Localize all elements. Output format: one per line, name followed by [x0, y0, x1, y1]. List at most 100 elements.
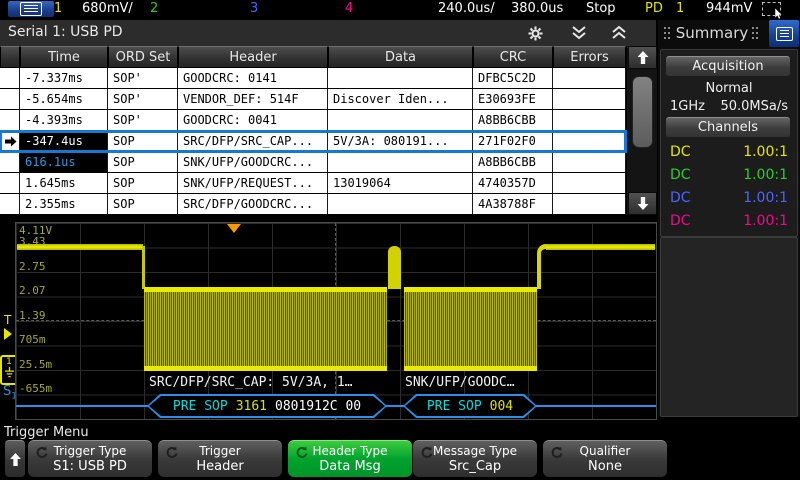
arrow-up-icon	[10, 453, 21, 466]
softkey-trigger-type[interactable]: Trigger Type S1: USB PD	[28, 440, 152, 477]
scrollbar-thumb[interactable]	[632, 76, 653, 148]
cell-data	[328, 110, 473, 130]
trace-interpacket-pulse	[388, 246, 401, 289]
channels-button[interactable]: Channels	[666, 117, 790, 137]
channel1-marker-number: 1	[6, 357, 12, 367]
col-header-marker	[0, 46, 20, 68]
softkey-value: Data Msg	[319, 459, 380, 475]
cell-crc: 271F02F0	[473, 131, 553, 151]
trigger-time-marker-icon[interactable]	[227, 224, 241, 233]
table-scrollbar[interactable]	[626, 46, 657, 215]
trigger-source: 1	[676, 1, 684, 16]
grip-dots-icon[interactable]	[752, 27, 758, 40]
col-header-header[interactable]: Header	[178, 46, 328, 68]
serial-window-titlebar[interactable]: Serial 1: USB PD	[0, 20, 656, 47]
decode-seq-value: 3161	[236, 399, 267, 414]
acquisition-button[interactable]: Acquisition	[666, 56, 790, 76]
channel2-probe: 1.00:1	[743, 167, 788, 183]
cell-ordset: SOP	[108, 152, 178, 172]
cell-data: 13019064	[328, 173, 473, 193]
table-header-row: Time ORD Set Header Data CRC Errors	[0, 46, 626, 68]
selection-cursor-icon[interactable]	[762, 2, 781, 16]
row-marker-cell	[0, 173, 20, 193]
channel3-summary-row[interactable]: DC 1.00:1	[661, 186, 797, 209]
col-header-time[interactable]: Time	[20, 46, 108, 68]
scroll-up-button[interactable]	[628, 46, 657, 69]
channel4-summary-row[interactable]: DC 1.00:1	[661, 209, 797, 232]
decode-payload-value: 0801912C 00	[275, 399, 361, 414]
cell-header: SRC/DFP/GOODCRC...	[178, 194, 328, 214]
channel3-number[interactable]: 3	[250, 1, 258, 16]
cell-time: -7.337ms	[20, 68, 108, 88]
col-header-errors[interactable]: Errors	[553, 46, 626, 68]
decode-packet-box[interactable]: PRE SOP 3161 0801912C 00	[147, 394, 387, 418]
cell-crc: A8BB6CBB	[473, 110, 553, 130]
cell-errors	[553, 68, 626, 88]
table-row[interactable]: -4.393ms SOP' GOODCRC: 0041 A8BB6CBB	[0, 110, 626, 131]
channel2-summary-row[interactable]: DC 1.00:1	[661, 163, 797, 186]
chevron-double-down-icon[interactable]	[568, 24, 590, 42]
table-row[interactable]: 616.1us SOP SNK/UFP/GOODCRC... A8BB6CBB	[0, 152, 626, 173]
y-axis-label: 2.75	[19, 260, 46, 273]
menu-back-button[interactable]	[5, 440, 25, 477]
cell-data: 5V/3A: 080191...	[328, 131, 473, 151]
trigger-type-label: PD	[645, 1, 663, 16]
table-row[interactable]: -5.654ms SOP' VENDOR_DEF: 514F Discover …	[0, 89, 626, 110]
col-header-crc[interactable]: CRC	[473, 46, 553, 68]
table-row[interactable]: 1.645ms SOP SNK/UFP/REQUEST... 13019064 …	[0, 173, 626, 194]
decode-packet-box[interactable]: PRE SOP 004	[403, 394, 537, 418]
trigger-level-marker-icon[interactable]	[4, 328, 12, 340]
channel2-number[interactable]: 2	[150, 1, 158, 16]
cell-time: -347.4us	[20, 131, 108, 151]
cell-header: SRC/DFP/SRC_CAP...	[178, 131, 328, 151]
cell-crc: A8BB6CBB	[473, 152, 553, 172]
row-marker-cell	[0, 89, 20, 109]
channel1-summary-row[interactable]: DC 1.00:1	[661, 140, 797, 163]
waveform-display[interactable]: T 1 S1 4.11V 3.43 2.75 2.07 1.39 705m 25…	[0, 216, 656, 424]
channel1-scale[interactable]: 680mV/	[82, 1, 133, 16]
trigger-level-letter: T	[4, 313, 11, 327]
cycle-icon	[419, 446, 433, 459]
trigger-menu-title: Trigger Menu	[4, 425, 89, 440]
bandwidth-value: 1GHz	[670, 99, 705, 114]
softkey-message-type[interactable]: Message Type Src_Cap	[413, 440, 537, 477]
y-axis-label: 705m	[19, 333, 46, 346]
cell-ordset: SOP'	[108, 89, 178, 109]
col-header-ordset[interactable]: ORD Set	[108, 46, 178, 68]
graticule[interactable]: 4.11V 3.43 2.75 2.07 1.39 705m 25.5m -65…	[15, 222, 657, 420]
row-marker-cell	[0, 68, 20, 88]
list-icon	[776, 27, 793, 41]
col-header-data[interactable]: Data	[328, 46, 473, 68]
channel1-number[interactable]: 1	[54, 1, 62, 16]
cell-time: 1.645ms	[20, 173, 108, 193]
softkey-trigger[interactable]: Trigger Header	[158, 440, 282, 477]
channel3-coupling: DC	[670, 190, 691, 206]
trace-falling-edge	[142, 246, 145, 289]
cell-crc: 4A38788F	[473, 194, 553, 214]
row-marker-cell	[0, 131, 20, 151]
run-state[interactable]: Stop	[586, 1, 616, 16]
arrow-up-icon	[637, 51, 649, 64]
horizontal-delay[interactable]: 380.0us	[511, 1, 563, 16]
trigger-level[interactable]: 944mV	[706, 1, 752, 16]
softkey-header-type[interactable]: Header Type Data Msg	[288, 440, 412, 477]
sidebar-menu-button[interactable]	[769, 20, 799, 47]
main-menu-button[interactable]	[8, 1, 54, 17]
chevron-double-up-icon[interactable]	[608, 24, 630, 42]
y-axis-label: 25.5m	[19, 358, 52, 371]
table-row-selected[interactable]: -347.4us SOP SRC/DFP/SRC_CAP... 5V/3A: 0…	[0, 131, 626, 152]
trace-idle-high-segment	[17, 244, 143, 250]
timebase-scale[interactable]: 240.0us/	[438, 1, 495, 16]
channel4-number[interactable]: 4	[345, 1, 353, 16]
table-row[interactable]: -7.337ms SOP' GOODCRC: 0141 DFBC5C2D	[0, 68, 626, 89]
cell-crc: 4740357D	[473, 173, 553, 193]
softkey-qualifier[interactable]: Qualifier None	[543, 440, 667, 477]
channel1-probe: 1.00:1	[743, 144, 788, 160]
cell-header: GOODCRC: 0041	[178, 110, 328, 130]
scroll-down-button[interactable]	[628, 192, 657, 215]
cell-data: Discover Iden...	[328, 89, 473, 109]
table-row[interactable]: 2.355ms SOP SRC/DFP/GOODCRC... 4A38788F	[0, 194, 626, 215]
cell-crc: DFBC5C2D	[473, 68, 553, 88]
softkey-value: Header	[196, 459, 243, 475]
settings-gear-icon[interactable]	[524, 24, 546, 42]
